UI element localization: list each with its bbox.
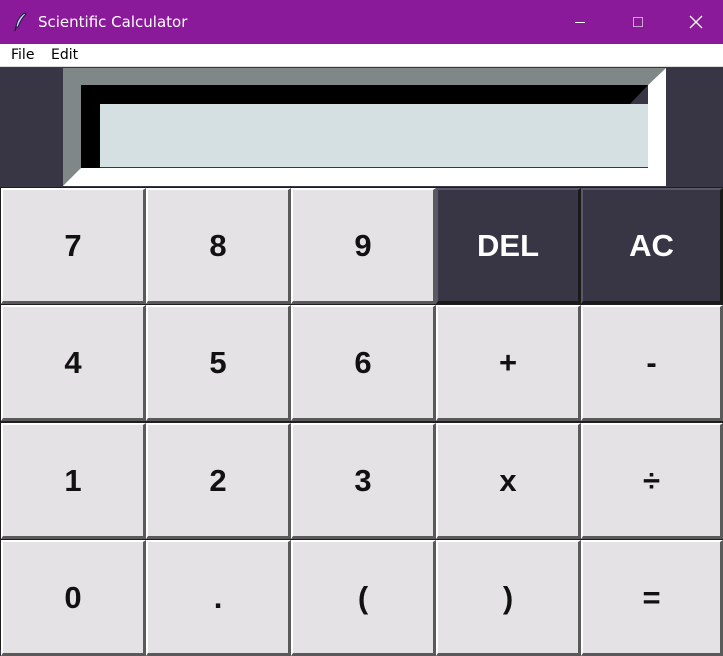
key-5[interactable]: 5 — [146, 305, 291, 421]
menu-bar: File Edit — [0, 44, 723, 67]
key-4[interactable]: 4 — [1, 305, 146, 421]
title-bar: Scientific Calculator — [0, 0, 723, 44]
key-7[interactable]: 7 — [1, 188, 146, 304]
feather-icon — [12, 12, 30, 32]
close-button[interactable] — [667, 3, 723, 41]
maximize-icon — [633, 17, 643, 27]
open-paren-button[interactable]: ( — [291, 540, 436, 656]
menu-file[interactable]: File — [11, 46, 34, 64]
multiply-button[interactable]: x — [436, 423, 581, 539]
minimize-button[interactable] — [551, 3, 609, 41]
maximize-button[interactable] — [609, 3, 667, 41]
key-2[interactable]: 2 — [146, 423, 291, 539]
all-clear-button[interactable]: AC — [581, 188, 723, 304]
keypad: 7 8 9 DEL AC 4 5 6 + - 1 2 3 x ÷ 0.() = — [0, 187, 723, 656]
key-0[interactable]: 0 — [1, 540, 146, 656]
window-title: Scientific Calculator — [38, 13, 188, 31]
key-6[interactable]: 6 — [291, 305, 436, 421]
close-icon — [689, 15, 703, 29]
minimize-icon — [575, 22, 585, 23]
add-button[interactable]: + — [436, 305, 581, 421]
subtract-button[interactable]: - — [581, 305, 723, 421]
key-8[interactable]: 8 — [146, 188, 291, 304]
equals-button[interactable]: = — [581, 540, 723, 656]
close-paren-button[interactable]: ) — [436, 540, 581, 656]
decimal-button[interactable]: . — [146, 540, 291, 656]
divide-button[interactable]: ÷ — [581, 423, 723, 539]
key-1[interactable]: 1 — [1, 423, 146, 539]
key-9[interactable]: 9 — [291, 188, 436, 304]
key-3[interactable]: 3 — [291, 423, 436, 539]
delete-button[interactable]: DEL — [436, 188, 581, 304]
display-screen — [100, 104, 648, 167]
menu-edit[interactable]: Edit — [51, 46, 78, 64]
